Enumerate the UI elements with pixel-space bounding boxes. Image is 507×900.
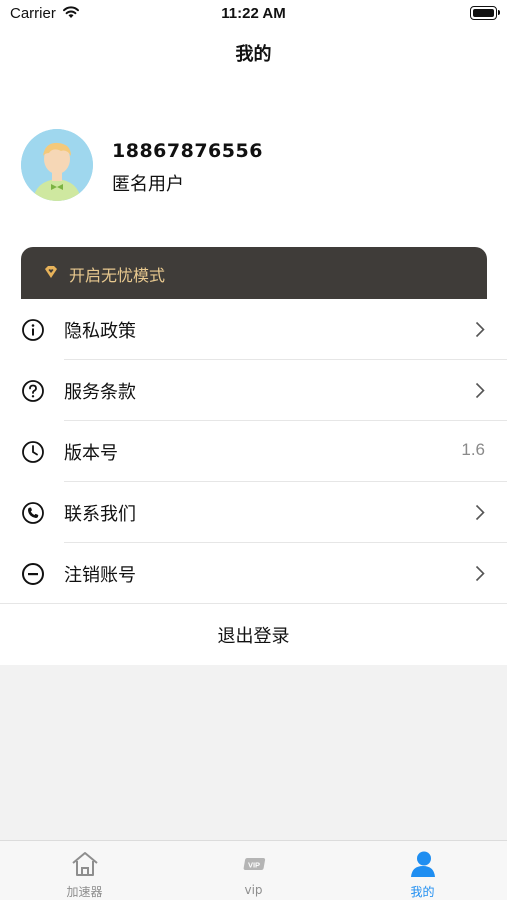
avatar[interactable]: [21, 129, 93, 201]
chevron-right-icon: [475, 382, 485, 399]
menu-item-delete-account[interactable]: 注销账号: [0, 543, 507, 604]
status-bar: Carrier 11:22 AM: [0, 0, 507, 30]
question-icon: [22, 380, 44, 402]
menu-item-label: 服务条款: [64, 382, 136, 403]
user-icon: [411, 851, 435, 877]
tab-label: 我的: [410, 885, 435, 899]
vip-banner-label: 开启无忧模式: [69, 266, 166, 285]
svg-text:VIP: VIP: [248, 861, 260, 870]
menu-item-contact[interactable]: 联系我们: [0, 482, 507, 543]
menu-item-terms[interactable]: 服务条款: [0, 360, 507, 421]
menu-item-label: 版本号: [64, 443, 118, 464]
clock-icon: [22, 441, 44, 463]
tab-bar: 加速器 VIP vip 我的: [0, 840, 507, 900]
logout-label: 退出登录: [217, 626, 290, 647]
chevron-right-icon: [475, 321, 485, 338]
vip-icon: VIP: [243, 858, 266, 870]
chevron-right-icon: [475, 565, 485, 582]
profile-section: 18867876556 匿名用户 开启无忧模式: [0, 74, 507, 299]
diamond-heart-icon: [45, 266, 57, 278]
vip-mode-banner[interactable]: 开启无忧模式: [21, 247, 487, 299]
user-avatar-icon: [21, 129, 93, 201]
page-title: 我的: [235, 44, 272, 65]
chevron-right-icon: [475, 504, 485, 521]
version-value: 1.6: [461, 440, 485, 459]
tab-label: vip: [244, 883, 263, 897]
menu-item-version: 版本号 1.6: [0, 421, 507, 482]
minus-circle-icon: [22, 563, 44, 585]
navigation-bar: 我的: [0, 30, 507, 74]
clock: 11:22 AM: [221, 5, 286, 22]
tab-mine[interactable]: 我的: [338, 841, 507, 900]
nickname: 匿名用户: [112, 174, 184, 195]
tab-accelerator[interactable]: 加速器: [0, 841, 169, 900]
menu-item-privacy[interactable]: 隐私政策: [0, 299, 507, 360]
menu-item-label: 联系我们: [64, 504, 136, 525]
battery-icon: [470, 6, 500, 20]
menu-item-label: 隐私政策: [64, 321, 136, 342]
menu-item-label: 注销账号: [64, 565, 136, 586]
logout-button[interactable]: 退出登录: [0, 604, 507, 665]
phone-icon: [22, 502, 44, 524]
tab-vip[interactable]: VIP vip: [169, 841, 338, 900]
settings-menu: 隐私政策 服务条款 版本号 1.6 联系我们 注销账号 退出登录: [0, 299, 507, 665]
tab-label: 加速器: [66, 885, 103, 899]
info-icon: [22, 319, 44, 341]
phone-number: 18867876556: [112, 140, 263, 162]
home-icon: [72, 852, 98, 876]
